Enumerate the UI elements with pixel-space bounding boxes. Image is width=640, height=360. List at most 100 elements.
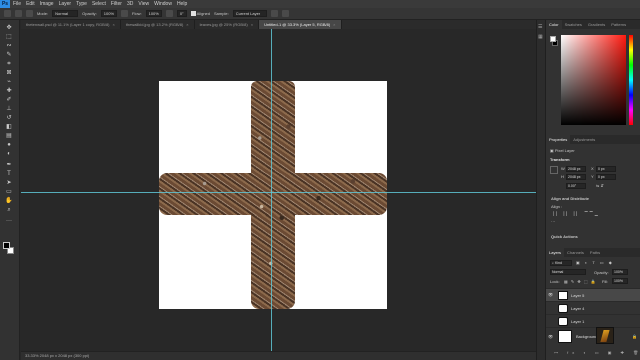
toggle-brush-panel-icon[interactable]	[26, 10, 33, 17]
move-icon[interactable]: ✥	[4, 25, 14, 31]
mode-select[interactable]: Normal	[52, 10, 79, 17]
gradient-icon[interactable]: ▤	[4, 133, 14, 139]
menu-3d[interactable]: 3D	[127, 1, 133, 7]
more-tools-icon[interactable]: ···	[4, 218, 14, 224]
blur-icon[interactable]: ●	[4, 142, 14, 148]
quick-actions-title[interactable]: Quick Actions	[551, 234, 578, 239]
brush-preset-icon[interactable]	[15, 10, 22, 17]
tab-adjustments[interactable]: Adjustments	[570, 135, 598, 144]
transform-section-title[interactable]: Transform	[550, 157, 570, 162]
close-icon[interactable]: ×	[186, 22, 188, 27]
menu-layer[interactable]: Layer	[59, 1, 72, 7]
foreground-color-swatch[interactable]	[3, 242, 10, 249]
height-field[interactable]: 2048 px	[566, 174, 586, 180]
tab-gradients[interactable]: Gradients	[585, 20, 608, 29]
airbrush-icon[interactable]	[165, 10, 173, 17]
close-icon[interactable]: ×	[251, 22, 253, 27]
layer-row[interactable]: 👁 Layer 5	[546, 288, 640, 301]
align-buttons-row-1[interactable]: ▕▏▕▏▕▏ ▔▔▁	[551, 211, 600, 216]
eraser-icon[interactable]: ◧	[4, 124, 14, 130]
tab-thetenwall[interactable]: thetenwall.psd @ 11.1% (Layer 1 copy, RG…	[21, 20, 121, 29]
close-icon[interactable]: ×	[113, 22, 115, 27]
menu-type[interactable]: Type	[76, 1, 87, 7]
dodge-icon[interactable]: ◐	[4, 151, 14, 157]
angle-field[interactable]: 0°	[176, 10, 187, 17]
rectangle-icon[interactable]: ▭	[4, 189, 14, 195]
x-field[interactable]: 0 px	[596, 166, 616, 172]
canvas-area[interactable]	[21, 29, 536, 351]
app-logo[interactable]: Ps	[0, 0, 10, 8]
menu-help[interactable]: Help	[177, 1, 187, 7]
brush-icon[interactable]: ✐	[4, 97, 14, 103]
layer-opacity-field[interactable]: 100%	[612, 269, 628, 275]
menu-filter[interactable]: Filter	[111, 1, 122, 7]
horizontal-guide[interactable]	[21, 192, 536, 193]
menu-file[interactable]: File	[13, 1, 21, 7]
history-brush-icon[interactable]: ↺	[4, 115, 14, 121]
tab-swatches[interactable]: Swatches	[562, 20, 585, 29]
tab-properties[interactable]: Properties	[546, 135, 571, 144]
clone-stamp-tool-icon[interactable]	[4, 10, 11, 17]
align-buttons-row-2[interactable]: ⋯	[551, 219, 557, 224]
flow-field[interactable]: 100%	[145, 10, 162, 17]
color-foreground-swatch[interactable]	[550, 36, 556, 42]
y-field[interactable]: 0 px	[596, 174, 616, 180]
eyedropper-icon[interactable]: ⌁	[4, 79, 14, 85]
lock-icons[interactable]: ▦ ✎ ✥ ⬚ 🔒	[564, 279, 597, 284]
menu-view[interactable]: View	[138, 1, 149, 7]
align-section-title[interactable]: Align and Distribute	[551, 196, 589, 201]
menu-window[interactable]: Window	[154, 1, 172, 7]
tab-color[interactable]: Color	[546, 20, 562, 29]
menu-image[interactable]: Image	[40, 1, 54, 7]
lasso-icon[interactable]: ∾	[4, 43, 14, 49]
marquee-icon[interactable]: ⬚	[4, 34, 14, 40]
tab-channels[interactable]: Channels	[564, 248, 587, 257]
clone-stamp-icon[interactable]: ⊥	[4, 106, 14, 112]
vertical-guide[interactable]	[271, 29, 272, 351]
tab-thewallkid[interactable]: thewallkid.jpg @ 13.2% (RGB/8) ×	[121, 20, 195, 29]
ignore-adjustment-icon[interactable]	[270, 10, 278, 17]
hue-slider[interactable]	[629, 35, 633, 125]
layer-filter-icons[interactable]: ▣ ◐ T ▭ ◆	[576, 260, 614, 265]
blend-mode-select[interactable]: Normal	[550, 269, 586, 275]
angle-field[interactable]: 0.00°	[566, 183, 586, 189]
zoom-icon[interactable]: ⌕	[4, 207, 14, 213]
layer-name[interactable]: Background	[576, 328, 597, 346]
menu-select[interactable]: Select	[92, 1, 106, 7]
tab-patterns[interactable]: Patterns	[608, 20, 629, 29]
crop-icon[interactable]: ⌗	[4, 61, 14, 67]
color-picker-field[interactable]	[561, 35, 626, 125]
menu-edit[interactable]: Edit	[26, 1, 35, 7]
layer-row[interactable]: Layer 1	[546, 314, 640, 327]
path-select-icon[interactable]: ➤	[4, 180, 14, 186]
layer-row[interactable]: 👁 Background 🔒	[546, 327, 640, 345]
libraries-icon[interactable]: ▦	[538, 34, 543, 40]
pressure-opacity-icon[interactable]	[121, 10, 129, 17]
width-field[interactable]: 2048 px	[566, 166, 586, 172]
tab-leaves[interactable]: leaves.jpg @ 25% (RGB/8) ×	[195, 20, 260, 29]
healing-icon[interactable]: ✚	[4, 88, 14, 94]
hand-icon[interactable]: ✋	[4, 198, 14, 204]
close-icon[interactable]: ×	[333, 22, 335, 27]
tab-layers[interactable]: Layers	[546, 248, 565, 257]
layers-footer-icons[interactable]: ⊶ fx ◐ ▭ ▣ ✚ 🗑	[554, 350, 640, 355]
visibility-eye-icon[interactable]: 👁	[548, 293, 553, 297]
document-canvas[interactable]	[159, 81, 387, 309]
visibility-eye-icon[interactable]: 👁	[548, 335, 553, 339]
layer-row[interactable]: Layer 4	[546, 301, 640, 314]
fill-field[interactable]: 100%	[612, 278, 628, 284]
history-icon[interactable]: ☰	[538, 24, 542, 30]
type-icon[interactable]: T	[4, 171, 14, 177]
tab-paths[interactable]: Paths	[587, 248, 603, 257]
pen-icon[interactable]: ✒	[4, 162, 14, 168]
aligned-checkbox[interactable]: Aligned	[190, 11, 210, 17]
opacity-field[interactable]: 100%	[100, 10, 118, 17]
tab-untitled-1[interactable]: Untitled-1 @ 33.3% (Layer 5, RGB/8) ×	[259, 20, 342, 29]
flip-icons[interactable]: ⇋ ⇵	[596, 183, 604, 188]
quick-select-icon[interactable]: ✎	[4, 52, 14, 58]
pressure-size-icon[interactable]	[281, 10, 289, 17]
frame-icon[interactable]: ⊠	[4, 70, 14, 76]
layer-filter-select[interactable]: ⌕ Kind	[550, 260, 572, 266]
transform-reference-icon[interactable]	[550, 166, 558, 174]
sample-select[interactable]: Current Layer	[232, 10, 267, 17]
